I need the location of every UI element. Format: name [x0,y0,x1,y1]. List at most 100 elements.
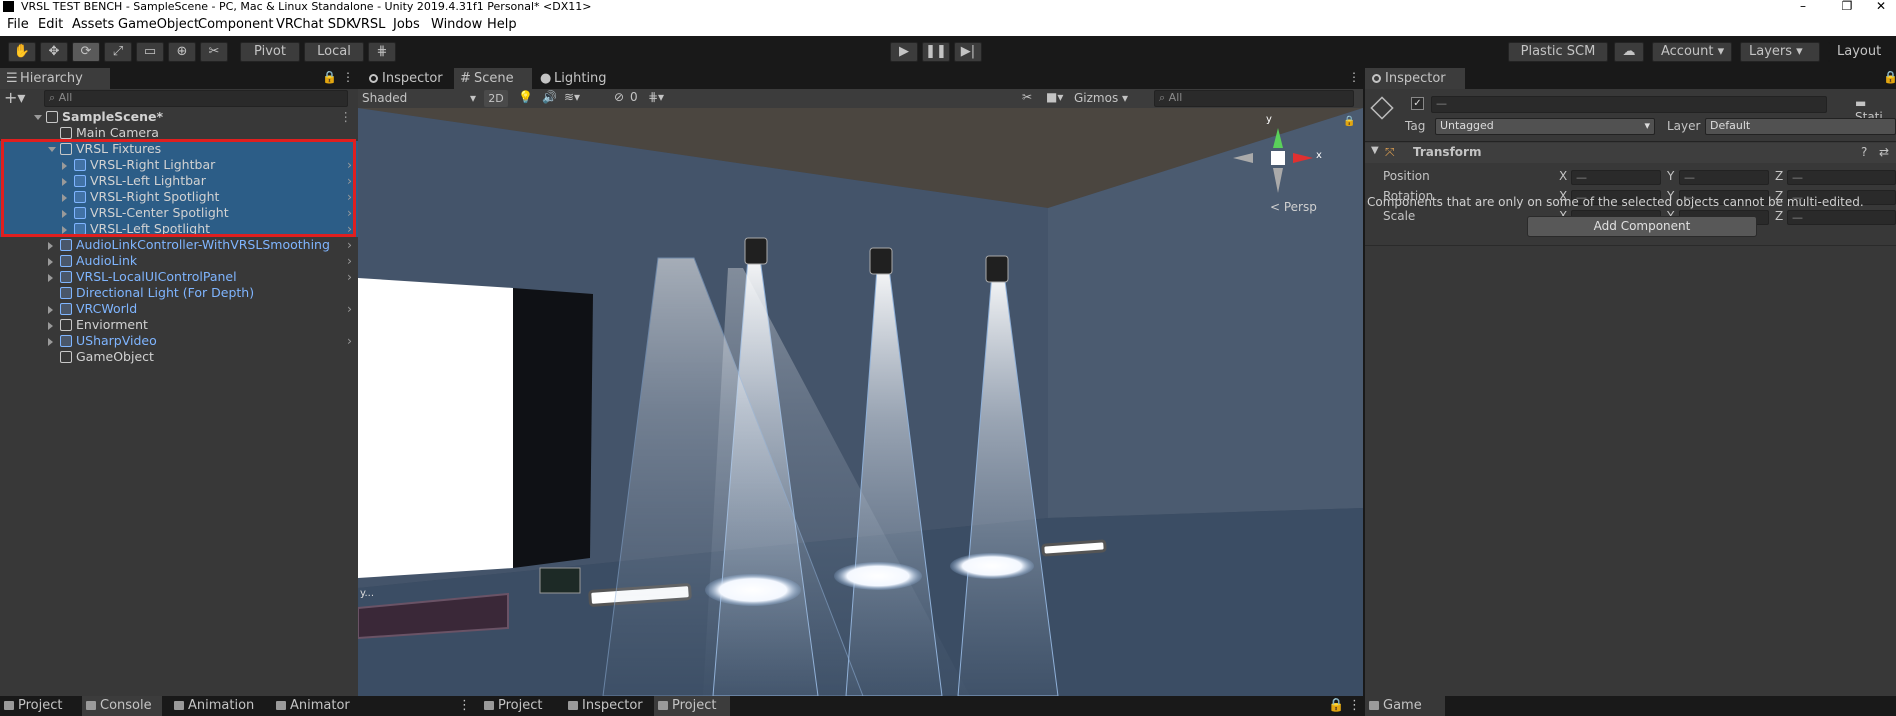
layer-dropdown[interactable]: Default [1705,118,1896,135]
tab-lighting[interactable]: ● Lighting [534,68,624,89]
effects-dropdown-icon[interactable]: ≋▾ [564,90,580,104]
tag-dropdown[interactable]: Untagged ▾ [1435,118,1655,135]
tab-hierarchy[interactable]: ☰ Hierarchy [0,68,110,89]
step-button[interactable]: ▶| [954,42,982,62]
bottom-more-icon-2[interactable]: ⋮ [1348,698,1361,713]
restore-button[interactable]: ❐ [1832,0,1862,13]
hierarchy-item[interactable]: Directional Light (For Depth) [0,285,358,301]
expand-arrow-right-icon[interactable] [48,242,53,250]
tab-project-bottom[interactable]: Project [0,696,78,716]
chevron-right-icon[interactable]: › [347,269,352,285]
shading-dropdown[interactable]: Shaded ▾ [362,90,480,107]
hierarchy-item[interactable]: SampleScene* ⋮ [0,109,358,125]
expand-arrow-right-icon[interactable] [48,258,53,266]
grid-dropdown-icon[interactable]: ⋕▾ [648,90,664,104]
tab-animator[interactable]: Animator [272,696,362,716]
position-x-field[interactable]: — [1571,170,1661,185]
menu-help[interactable]: Help [487,17,517,32]
plastic-scm-button[interactable]: Plastic SCM [1508,42,1608,62]
position-y-field[interactable]: — [1679,170,1769,185]
2d-toggle[interactable]: 2D [484,90,508,107]
perspective-label[interactable]: < Persp [1270,200,1317,214]
tab-game[interactable]: Game [1365,696,1445,716]
hierarchy-item[interactable]: VRCWorld › [0,301,358,317]
audio-toggle-icon[interactable]: 🔊 [542,90,557,104]
hierarchy-item[interactable]: GameObject [0,349,358,365]
hand-tool-icon[interactable]: ✋ [8,42,36,62]
gizmos-dropdown[interactable]: Gizmos ▾ [1074,90,1146,107]
scale-z-field[interactable]: — [1787,210,1896,225]
expand-arrow-down-icon[interactable] [34,115,42,120]
layout-dropdown[interactable]: Layout [1828,42,1892,62]
menu-jobs[interactable]: Jobs [393,17,420,32]
expand-arrow-right-icon[interactable] [48,322,53,330]
chevron-right-icon[interactable]: › [347,253,352,269]
hierarchy-search-input[interactable]: ⌕ All [44,90,348,107]
transform-tool-icon[interactable]: ⊕ [168,42,196,62]
grid-snap-icon[interactable]: ⋕ [368,42,396,62]
play-button[interactable]: ▶ [890,42,918,62]
expand-arrow-right-icon[interactable] [48,274,53,282]
hierarchy-item[interactable]: Enviorment [0,317,358,333]
hierarchy-item[interactable]: USharpVideo › [0,333,358,349]
help-icon[interactable]: ? [1861,145,1867,159]
transform-header[interactable]: ▼ ⤧ Transform ? ⇄ [1365,143,1896,163]
account-dropdown[interactable]: Account ▾ [1652,42,1732,62]
hierarchy-item[interactable]: AudioLinkController-WithVRSLSmoothing › [0,237,358,253]
tab-animation[interactable]: Animation [170,696,266,716]
pause-button[interactable]: ❚❚ [922,42,950,62]
inspector-lock-icon[interactable]: 🔒 [1883,70,1896,84]
tab-inspector[interactable]: Inspector [362,68,452,89]
lock-icon[interactable]: 🔒 [322,70,337,84]
menu-window[interactable]: Window [431,17,482,32]
layers-dropdown[interactable]: Layers ▾ [1740,42,1820,62]
cloud-icon[interactable]: ☁ [1614,42,1644,62]
chevron-right-icon[interactable]: › [347,301,352,317]
chevron-right-icon[interactable]: › [347,333,352,349]
hierarchy-item[interactable]: VRSL-LocalUIControlPanel › [0,269,358,285]
minimize-button[interactable]: – [1788,0,1818,13]
hidden-objects-icon[interactable]: ⊘ [614,90,624,104]
menu-vrsl[interactable]: VRSL [352,17,385,32]
tab-inspector-right[interactable]: Inspector [1365,68,1465,89]
hierarchy-item[interactable]: AudioLink › [0,253,358,269]
bottom-more-icon[interactable]: ⋮ [458,698,471,713]
local-toggle[interactable]: Local [304,42,364,62]
position-z-field[interactable]: — [1787,170,1896,185]
menu-edit[interactable]: Edit [38,17,63,32]
tab-console[interactable]: Console [82,696,162,716]
lighting-toggle-icon[interactable]: 💡 [518,90,533,104]
scene-view[interactable]: y... y x 🔒 < Persp [358,108,1363,696]
pivot-toggle[interactable]: Pivot [240,42,300,62]
scene-search-input[interactable]: ⌕ All [1154,90,1354,107]
expand-arrow-right-icon[interactable] [48,306,53,314]
menu-file[interactable]: File [7,17,29,32]
rect-tool-icon[interactable]: ▭ [136,42,164,62]
custom-tool-icon[interactable]: ✂ [200,42,228,62]
add-icon[interactable]: +▾ [4,89,34,107]
menu-vrchat-sdk[interactable]: VRChat SDK [276,17,355,32]
close-button[interactable]: ✕ [1866,0,1896,13]
bottom-lock-icon[interactable]: 🔒 [1328,698,1344,713]
tools-icon[interactable]: ✂ [1022,90,1032,104]
tab-project-mid[interactable]: Project [480,696,550,716]
add-component-button[interactable]: Add Component [1527,216,1757,237]
tab-inspector-bottom[interactable]: Inspector [564,696,644,716]
settings-icon[interactable]: ⇄ [1879,145,1889,159]
tab-scene[interactable]: # Scene [454,68,532,89]
scale-tool-icon[interactable]: ⤢ [104,42,132,62]
active-checkbox[interactable]: ✓ [1411,97,1424,110]
chevron-right-icon[interactable]: › [347,237,352,253]
camera-dropdown-icon[interactable]: ■▾ [1046,90,1063,104]
name-field[interactable]: — [1431,96,1827,113]
expand-arrow-right-icon[interactable] [48,338,53,346]
menu-assets[interactable]: Assets [72,17,114,32]
tab-project-active[interactable]: Project [654,696,730,716]
menu-component[interactable]: Component [198,17,273,32]
rotate-tool-icon[interactable]: ⟳ [72,42,100,62]
more-icon[interactable]: ⋮ [342,70,354,84]
scene-menu-icon[interactable]: ⋮ [340,109,353,125]
move-tool-icon[interactable]: ✥ [40,42,68,62]
menu-gameobject[interactable]: GameObject [118,17,199,32]
gizmo-lock-icon[interactable]: 🔒 [1343,116,1355,127]
